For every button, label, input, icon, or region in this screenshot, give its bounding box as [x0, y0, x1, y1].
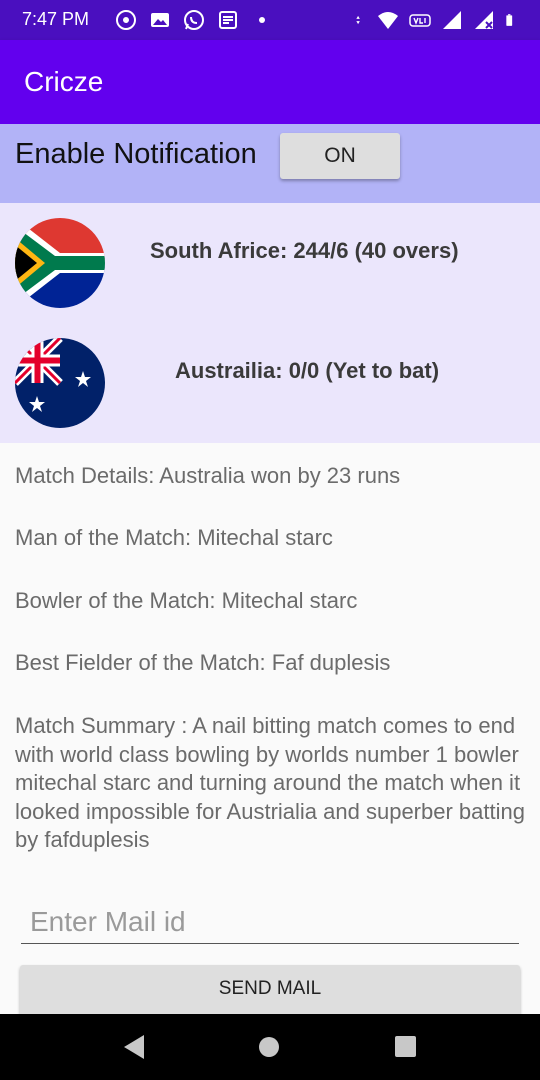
notification-toggle-button[interactable]: ON [280, 133, 400, 179]
man-of-the-match: Man of the Match: Mitechal starc [15, 525, 333, 550]
home-icon[interactable] [259, 1037, 279, 1057]
bowler-of-the-match: Bowler of the Match: Mitechal starc [15, 588, 358, 613]
match-summary: Match Summary : A nail bitting match com… [15, 713, 525, 852]
data-arrows-icon [356, 15, 360, 25]
australia-flag-icon [15, 338, 105, 428]
notification-label: Enable Notification [15, 138, 257, 170]
australia-score: Austrailia: 0/0 (Yet to bat) [175, 358, 440, 383]
send-mail-button[interactable]: SEND MAIL [20, 965, 520, 1019]
system-icons [354, 8, 518, 32]
notification-row: Enable Notification [0, 124, 540, 203]
news-icon [219, 11, 237, 29]
best-fielder: Best Fielder of the Match: Faf duplesis [15, 650, 391, 675]
south-africa-flag-icon [15, 218, 105, 308]
match-details: Match Details: Australia won by 23 runs [15, 463, 401, 488]
whatsapp-icon [184, 10, 204, 30]
email-field[interactable] [21, 900, 519, 944]
volte-icon [409, 14, 431, 27]
app-title: Cricze [24, 66, 104, 97]
app-bar: Cricze [0, 40, 540, 124]
status-time: 7:47 PM [22, 9, 90, 29]
status-bar: 7:47 PM [0, 0, 540, 40]
battery-icon [506, 14, 513, 26]
notification-icons [114, 8, 274, 32]
music-icon [116, 10, 136, 30]
back-icon[interactable] [122, 1034, 146, 1060]
south-africa-score: South Africe: 244/6 (40 overs) [150, 238, 459, 263]
dot-icon [259, 17, 265, 23]
gallery-icon [151, 13, 169, 27]
signal-icon [443, 11, 461, 29]
wifi-icon [378, 12, 398, 29]
signal-x-icon [475, 11, 493, 29]
recents-icon[interactable] [395, 1036, 416, 1057]
